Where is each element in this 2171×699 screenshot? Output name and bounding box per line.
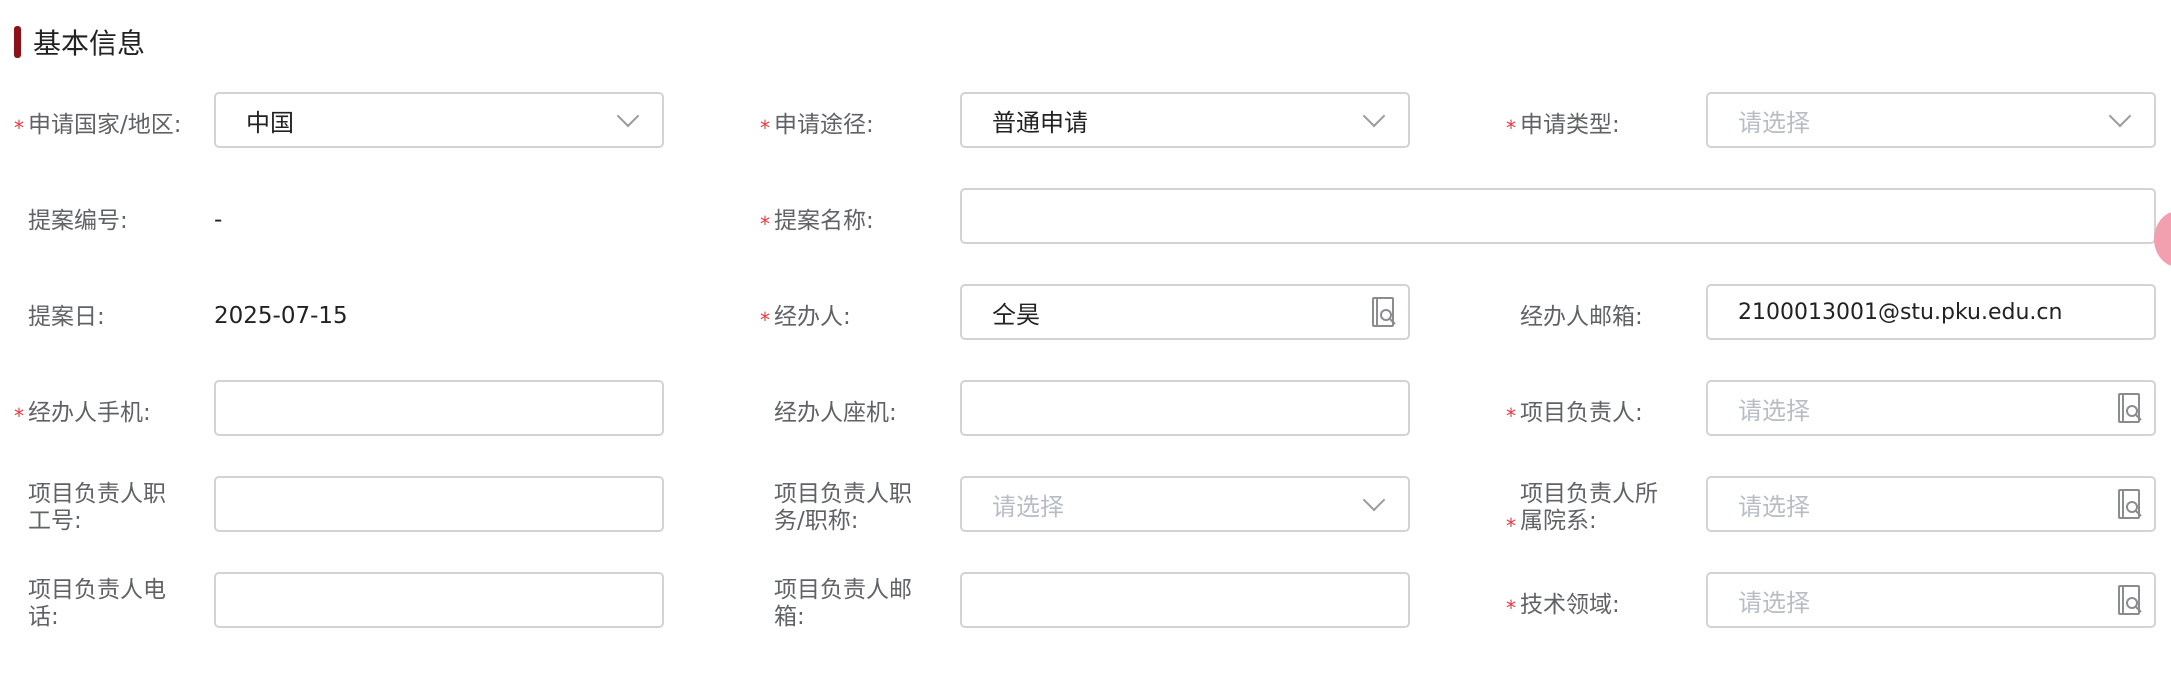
leader-email-label: 项目负责人邮 箱: xyxy=(774,577,912,630)
leader-tel-input[interactable] xyxy=(214,572,664,628)
contact-search-icon[interactable] xyxy=(2116,488,2144,520)
proposal-date-label: 提案日: xyxy=(28,304,105,330)
required-mark: * xyxy=(1506,514,1516,538)
contact-search-icon[interactable] xyxy=(2116,392,2144,424)
agent-value: 仝昊 xyxy=(992,300,1040,329)
agent-phone-label: 经办人座机: xyxy=(774,400,897,426)
agent-mobile-label: * 经办人手机: xyxy=(14,400,151,428)
agent-email-label: 经办人邮箱: xyxy=(1520,304,1643,330)
country-label: * 申请国家/地区: xyxy=(14,112,182,140)
leader-title-select[interactable]: 请选择 xyxy=(960,476,1410,532)
required-mark: * xyxy=(760,211,770,236)
tech-field-label: * 技术领域: xyxy=(1506,592,1620,620)
leader-picker[interactable]: 请选择 xyxy=(1706,380,2156,436)
required-mark: * xyxy=(14,115,24,140)
country-value: 中国 xyxy=(246,108,294,137)
required-mark: * xyxy=(760,307,770,332)
contact-search-icon[interactable] xyxy=(2116,584,2144,616)
type-label: * 申请类型: xyxy=(1506,112,1620,140)
agent-mobile-input[interactable] xyxy=(214,380,664,436)
leader-staff-no-input[interactable] xyxy=(214,476,664,532)
agent-email-input[interactable]: 2100013001@stu.pku.edu.cn xyxy=(1706,284,2156,340)
required-mark: * xyxy=(760,115,770,140)
tech-field-placeholder: 请选择 xyxy=(1738,588,1810,617)
required-mark: * xyxy=(1506,595,1516,620)
chevron-down-icon xyxy=(616,104,640,128)
leader-placeholder: 请选择 xyxy=(1738,396,1810,425)
route-value: 普通申请 xyxy=(992,108,1088,137)
route-label: * 申请途径: xyxy=(760,112,874,140)
leader-dept-placeholder: 请选择 xyxy=(1738,492,1810,521)
required-mark: * xyxy=(14,403,24,428)
proposal-date-value: 2025-07-15 xyxy=(214,303,348,329)
required-mark: * xyxy=(1506,115,1516,140)
floating-helper-button[interactable] xyxy=(2154,211,2171,267)
leader-label: * 项目负责人: xyxy=(1506,400,1643,428)
type-placeholder: 请选择 xyxy=(1738,108,1810,137)
agent-picker[interactable]: 仝昊 xyxy=(960,284,1410,340)
agent-phone-input[interactable] xyxy=(960,380,1410,436)
chevron-down-icon xyxy=(1362,488,1386,512)
leader-staff-no-label: 项目负责人职 工号: xyxy=(28,481,166,534)
proposal-no-value: - xyxy=(214,207,223,233)
leader-dept-label: * 项目负责人所 属院系: xyxy=(1506,481,1658,538)
agent-email-value: 2100013001@stu.pku.edu.cn xyxy=(1738,299,2063,325)
leader-title-label: 项目负责人职 务/职称: xyxy=(774,481,912,534)
required-mark: * xyxy=(1506,403,1516,428)
agent-label: * 经办人: xyxy=(760,304,851,332)
tech-field-picker[interactable]: 请选择 xyxy=(1706,572,2156,628)
proposal-name-input[interactable] xyxy=(960,188,2156,244)
leader-title-placeholder: 请选择 xyxy=(992,492,1064,521)
proposal-name-label: * 提案名称: xyxy=(760,208,874,236)
leader-email-input[interactable] xyxy=(960,572,1410,628)
basic-info-form: 基本信息 * 申请国家/地区: 中国 * 申请途径: 普通申请 * 申请类型: … xyxy=(0,0,2171,699)
contact-search-icon[interactable] xyxy=(1370,296,1398,328)
route-select[interactable]: 普通申请 xyxy=(960,92,1410,148)
section-header: 基本信息 xyxy=(14,24,145,60)
type-select[interactable]: 请选择 xyxy=(1706,92,2156,148)
chevron-down-icon xyxy=(2108,104,2132,128)
section-title: 基本信息 xyxy=(33,27,146,60)
leader-tel-label: 项目负责人电 话: xyxy=(28,577,166,630)
leader-dept-picker[interactable]: 请选择 xyxy=(1706,476,2156,532)
proposal-no-label: 提案编号: xyxy=(28,208,128,234)
section-accent-bar xyxy=(14,26,21,58)
chevron-down-icon xyxy=(1362,104,1386,128)
country-select[interactable]: 中国 xyxy=(214,92,664,148)
